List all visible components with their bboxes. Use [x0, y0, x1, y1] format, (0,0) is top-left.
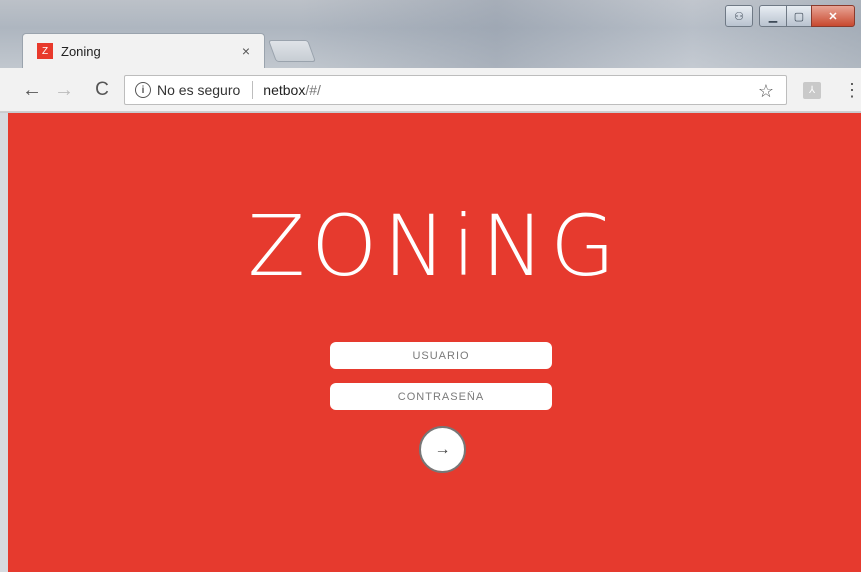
- address-separator: [252, 81, 254, 99]
- bookmark-star-icon[interactable]: ☆: [758, 81, 774, 102]
- window-controls: ⚇ ▁ ▢ ✕: [721, 5, 855, 27]
- zoning-logo: ZONiNG: [247, 197, 622, 295]
- arrow-right-icon: →: [434, 440, 451, 458]
- login-submit-button[interactable]: →: [419, 426, 466, 473]
- url-host: netbox: [263, 82, 306, 98]
- pdf-extension-icon[interactable]: ⅄: [803, 82, 821, 99]
- tab-title: Zoning: [61, 43, 101, 59]
- browser-tab[interactable]: Z Zoning ×: [22, 33, 265, 68]
- security-label[interactable]: No es seguro: [157, 82, 240, 98]
- close-window-button[interactable]: ✕: [811, 5, 855, 27]
- password-input[interactable]: [330, 383, 552, 410]
- minimize-button[interactable]: ▁: [759, 5, 787, 27]
- user-profile-button[interactable]: ⚇: [725, 5, 753, 27]
- login-page: ZONiNG →: [8, 113, 861, 572]
- tab-close-icon[interactable]: ×: [242, 43, 250, 59]
- reload-icon[interactable]: C: [90, 78, 114, 102]
- url-path: /#/: [305, 82, 321, 98]
- maximize-button[interactable]: ▢: [786, 5, 812, 27]
- info-icon[interactable]: i: [135, 82, 151, 98]
- url-text[interactable]: netbox/#/: [263, 82, 321, 98]
- menu-kebab-icon[interactable]: ⋮: [843, 78, 861, 102]
- address-bar[interactable]: i No es seguro netbox/#/ ☆: [124, 75, 787, 105]
- back-arrow-icon[interactable]: ←: [20, 78, 44, 102]
- window-left-frame: [0, 113, 8, 572]
- forward-arrow-icon[interactable]: →: [52, 78, 76, 102]
- browser-toolbar: ← → C i No es seguro netbox/#/ ☆ ⅄ ⋮: [0, 68, 861, 112]
- new-tab-button[interactable]: [267, 40, 317, 62]
- favicon-icon: Z: [37, 43, 53, 59]
- username-input[interactable]: [330, 342, 552, 369]
